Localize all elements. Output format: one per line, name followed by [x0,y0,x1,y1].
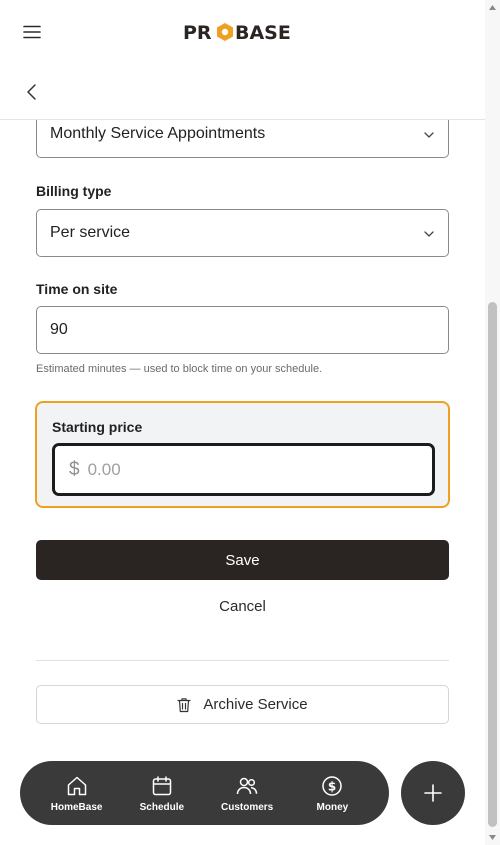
starting-price-panel: Starting price $ 0.00 [35,401,450,508]
currency-symbol: $ [69,458,80,480]
vertical-scrollbar[interactable] [485,0,500,845]
cancel-button[interactable]: Cancel [36,598,449,618]
service-select[interactable]: Monthly Service Appointments [36,120,449,158]
probase-logo: PR BASE [183,20,303,44]
archive-service-button[interactable]: Archive Service [36,685,449,724]
billing-type-label: Billing type [36,183,112,199]
chevron-down-icon [424,231,434,237]
plus-icon [424,784,442,802]
dollar-circle-icon: $ [322,775,343,796]
nav-item-customers[interactable]: Customers [212,774,282,813]
time-on-site-hint: Estimated minutes — used to block time o… [36,363,323,375]
nav-label: Customers [221,801,274,813]
billing-type-value: Per service [50,224,131,241]
hamburger-menu-icon[interactable] [22,22,42,42]
time-on-site-value: 90 [50,321,68,338]
top-bar: PR BASE [0,0,485,64]
nav-item-money[interactable]: $ Money [297,774,367,813]
starting-price-label: Starting price [52,419,143,435]
scroll-up-arrow-icon[interactable] [488,4,497,12]
home-icon [67,776,86,795]
svg-text:PR: PR [183,22,212,44]
trash-icon [177,697,191,712]
service-form: Monthly Service Appointments Billing typ… [0,120,485,845]
nav-item-schedule[interactable]: Schedule [127,774,197,813]
chevron-down-icon [424,132,434,138]
calendar-icon [152,775,172,795]
time-on-site-label: Time on site [36,281,118,297]
scrollbar-thumb[interactable] [488,302,497,827]
service-select-value: Monthly Service Appointments [50,125,266,142]
users-icon [236,777,258,794]
bottom-nav: HomeBase Schedule Customers $ Money [20,761,389,825]
save-button[interactable]: Save [36,540,449,580]
nav-item-homebase[interactable]: HomeBase [42,774,112,813]
nav-label: HomeBase [50,801,103,813]
nav-label: Schedule [139,801,185,813]
archive-service-label: Archive Service [203,696,308,713]
scroll-down-arrow-icon[interactable] [488,833,497,841]
chevron-left-icon[interactable] [22,82,42,102]
sub-header [0,64,485,120]
svg-text:BASE: BASE [235,22,291,44]
billing-type-select[interactable]: Per service [36,209,449,257]
add-button[interactable] [401,761,465,825]
nav-label: Money [316,801,349,813]
starting-price-placeholder: 0.00 [87,459,121,479]
svg-text:$: $ [328,779,336,793]
starting-price-input[interactable]: $ 0.00 [52,443,435,496]
time-on-site-input[interactable]: 90 [36,306,449,354]
divider [36,660,449,661]
